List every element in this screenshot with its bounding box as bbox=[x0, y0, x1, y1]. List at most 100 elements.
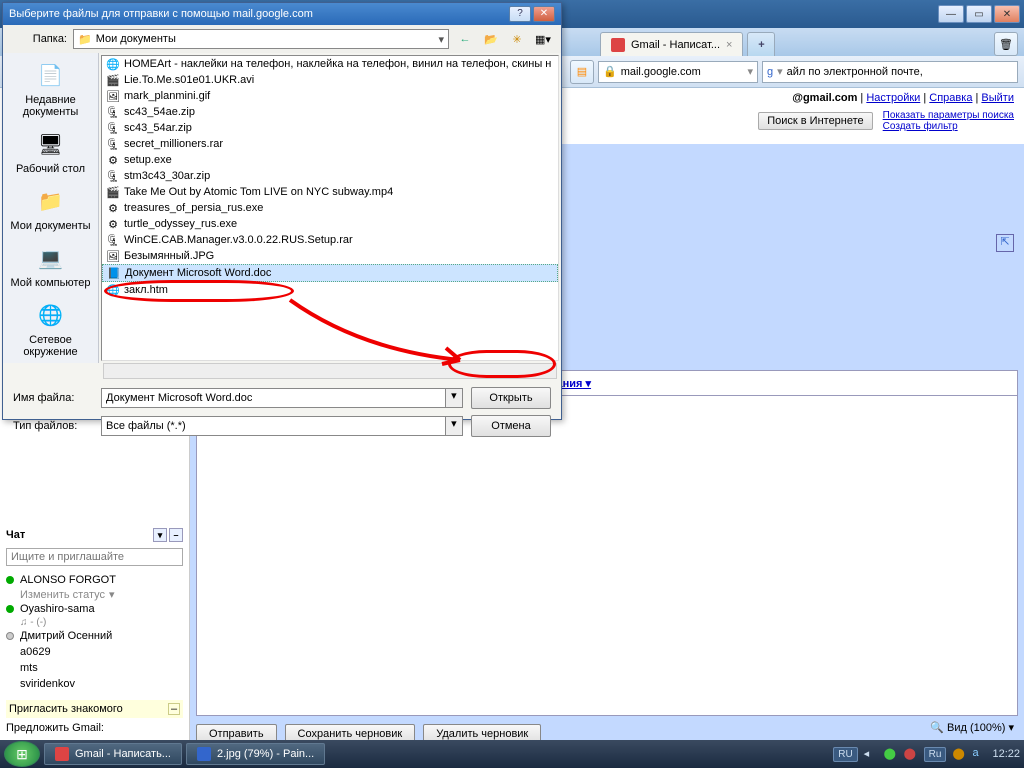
language-indicator[interactable]: RU bbox=[833, 747, 857, 762]
dialog-titlebar[interactable]: Выберите файлы для отправки с помощью ma… bbox=[3, 3, 561, 25]
show-search-options-link[interactable]: Показать параметры поиска bbox=[883, 110, 1014, 121]
rss-icon[interactable]: ▤ bbox=[570, 60, 594, 84]
tab-close-icon[interactable]: × bbox=[726, 39, 732, 51]
suggest-gmail-label: Предложить Gmail: bbox=[6, 722, 183, 734]
status-dropdown-icon[interactable]: ▾ bbox=[109, 588, 115, 601]
horizontal-scrollbar[interactable] bbox=[103, 363, 557, 379]
view-menu-icon[interactable]: ▦▾ bbox=[533, 29, 553, 49]
search-engine-icon: g bbox=[767, 66, 773, 78]
place-item[interactable]: 📁Мои документы bbox=[10, 185, 90, 232]
place-item[interactable]: 📄Недавние документы bbox=[5, 59, 96, 118]
start-button[interactable]: ⊞ bbox=[4, 741, 40, 767]
chat-contact[interactable]: mts bbox=[6, 660, 183, 676]
tray-icon[interactable]: ◂ bbox=[864, 747, 878, 761]
folder-combo[interactable]: 📁 Мои документы ▾ bbox=[73, 29, 449, 49]
file-row[interactable]: 🌐HOMEArt - наклейки на телефон, наклейка… bbox=[102, 56, 558, 72]
file-row[interactable]: ⚙ turtle_odyssey_rus.exe bbox=[102, 216, 558, 232]
browser-search-box[interactable]: g ▾ айл по электронной почте, bbox=[762, 61, 1018, 83]
zoom-status[interactable]: 🔍 Вид (100%) ▾ bbox=[930, 721, 1014, 734]
help-link[interactable]: Справка bbox=[929, 92, 972, 104]
tab-gmail[interactable]: Gmail - Написат... × bbox=[600, 32, 743, 56]
signout-link[interactable]: Выйти bbox=[981, 92, 1014, 104]
file-row[interactable]: 🎬Take Me Out by Atomic Tom LIVE on NYC s… bbox=[102, 184, 558, 200]
paint-icon bbox=[197, 747, 211, 761]
file-name: setup.exe bbox=[124, 154, 172, 166]
file-row[interactable]: 🌐закл.htm bbox=[102, 282, 558, 298]
maximize-button[interactable]: ▭ bbox=[966, 5, 992, 23]
chat-contact[interactable]: sviridenkov bbox=[6, 676, 183, 692]
chat-contact[interactable]: Oyashiro-sama bbox=[6, 601, 183, 617]
close-button[interactable]: ✕ bbox=[994, 5, 1020, 23]
file-row[interactable]: ⚙treasures_of_persia_rus.exe bbox=[102, 200, 558, 216]
new-folder-icon[interactable]: ✳ bbox=[507, 29, 527, 49]
contact-name: Oyashiro-sama bbox=[20, 603, 95, 615]
file-row[interactable]: 📘Документ Microsoft Word.doc bbox=[102, 264, 558, 282]
clock[interactable]: 12:22 bbox=[992, 748, 1020, 760]
popout-icon[interactable]: ⇱ bbox=[996, 234, 1014, 252]
up-icon[interactable]: 📂 bbox=[481, 29, 501, 49]
place-icon: 🖥 bbox=[35, 128, 67, 160]
place-label: Сетевое окружение bbox=[5, 334, 96, 358]
minimize-button[interactable]: — bbox=[938, 5, 964, 23]
chat-contact[interactable]: Дмитрий Осенний bbox=[6, 628, 183, 644]
status-dot-icon bbox=[6, 632, 14, 640]
invite-collapse-icon[interactable]: – bbox=[168, 703, 180, 715]
trash-icon[interactable]: 🗑 bbox=[994, 32, 1018, 56]
open-button[interactable]: Открыть bbox=[471, 387, 551, 409]
file-row[interactable]: ⚙ setup.exe bbox=[102, 152, 558, 168]
back-icon[interactable]: ← bbox=[455, 29, 475, 49]
place-item[interactable]: 🖥Рабочий стол bbox=[16, 128, 85, 175]
create-filter-link[interactable]: Создать фильтр bbox=[883, 121, 1014, 132]
compose-body[interactable] bbox=[196, 396, 1018, 716]
file-type-icon: ⚙ bbox=[106, 217, 120, 231]
change-status-link[interactable]: Изменить статус bbox=[20, 589, 105, 601]
filetype-dropdown-icon[interactable]: ▾ bbox=[446, 416, 463, 436]
search-dropdown-icon[interactable]: ▾ bbox=[777, 65, 783, 78]
language-indicator-2[interactable]: Ru bbox=[924, 747, 947, 762]
file-row[interactable]: 🖼Безымянный.JPG bbox=[102, 248, 558, 264]
filename-dropdown-icon[interactable]: ▾ bbox=[446, 388, 463, 408]
cancel-button[interactable]: Отмена bbox=[471, 415, 551, 437]
taskbar: ⊞ Gmail - Написать... 2.jpg (79%) - Pain… bbox=[0, 740, 1024, 768]
file-name: treasures_of_persia_rus.exe bbox=[124, 202, 263, 214]
folder-dropdown-icon[interactable]: ▾ bbox=[438, 33, 444, 46]
tray-icon[interactable]: ⬤ bbox=[884, 747, 898, 761]
dialog-help-button[interactable]: ? bbox=[509, 6, 531, 22]
settings-link[interactable]: Настройки bbox=[866, 92, 920, 104]
chat-contact[interactable]: a0629 bbox=[6, 644, 183, 660]
dropdown-icon[interactable]: ▾ bbox=[747, 65, 753, 78]
new-tab-button[interactable]: + bbox=[747, 32, 775, 56]
invite-link[interactable]: Пригласить знакомого bbox=[9, 703, 123, 715]
file-type-icon: 📘 bbox=[107, 266, 121, 280]
file-type-icon: ⚙ bbox=[106, 153, 120, 167]
file-row[interactable]: 🗜WinCE.CAB.Manager.v3.0.0.22.RUS.Setup.r… bbox=[102, 232, 558, 248]
dialog-close-button[interactable]: ✕ bbox=[533, 6, 555, 22]
file-name: turtle_odyssey_rus.exe bbox=[124, 218, 237, 230]
file-row[interactable]: 🗜sc43_54ar.zip bbox=[102, 120, 558, 136]
address-bar[interactable]: 🔒 mail.google.com ▾ bbox=[598, 61, 758, 83]
place-item[interactable]: 💻Мой компьютер bbox=[10, 242, 90, 289]
chat-options-icon[interactable]: ▾ bbox=[153, 528, 167, 542]
file-row[interactable]: 🗜sc43_54ae.zip bbox=[102, 104, 558, 120]
file-row[interactable]: 🎬Lie.To.Me.s01e01.UKR.avi bbox=[102, 72, 558, 88]
tray-icon[interactable]: ⬤ bbox=[904, 747, 918, 761]
file-row[interactable]: 🗜secret_millioners.rar bbox=[102, 136, 558, 152]
file-row[interactable]: 🗜stm3c43_30ar.zip bbox=[102, 168, 558, 184]
tray-icon[interactable]: ⬤ bbox=[952, 747, 966, 761]
place-icon: 🌐 bbox=[35, 299, 67, 331]
chat-title: Чат bbox=[6, 529, 25, 541]
filename-input[interactable] bbox=[101, 388, 446, 408]
search-web-button[interactable]: Поиск в Интернете bbox=[758, 112, 872, 130]
file-list[interactable]: 🌐HOMEArt - наклейки на телефон, наклейка… bbox=[101, 55, 559, 361]
chat-collapse-icon[interactable]: – bbox=[169, 528, 183, 542]
taskbar-item[interactable]: Gmail - Написать... bbox=[44, 743, 182, 765]
filetype-select[interactable] bbox=[101, 416, 446, 436]
taskbar-item[interactable]: 2.jpg (79%) - Pain... bbox=[186, 743, 325, 765]
place-item[interactable]: 🌐 Сетевое окружение bbox=[5, 299, 96, 358]
folder-label: Папка: bbox=[11, 33, 67, 45]
tray-icon[interactable]: a bbox=[972, 747, 986, 761]
chat-me[interactable]: ALONSO FORGOT bbox=[6, 572, 183, 588]
file-row[interactable]: 🖼mark_planmini.gif bbox=[102, 88, 558, 104]
chat-search-input[interactable] bbox=[6, 548, 183, 566]
contact-name: a0629 bbox=[20, 646, 51, 658]
